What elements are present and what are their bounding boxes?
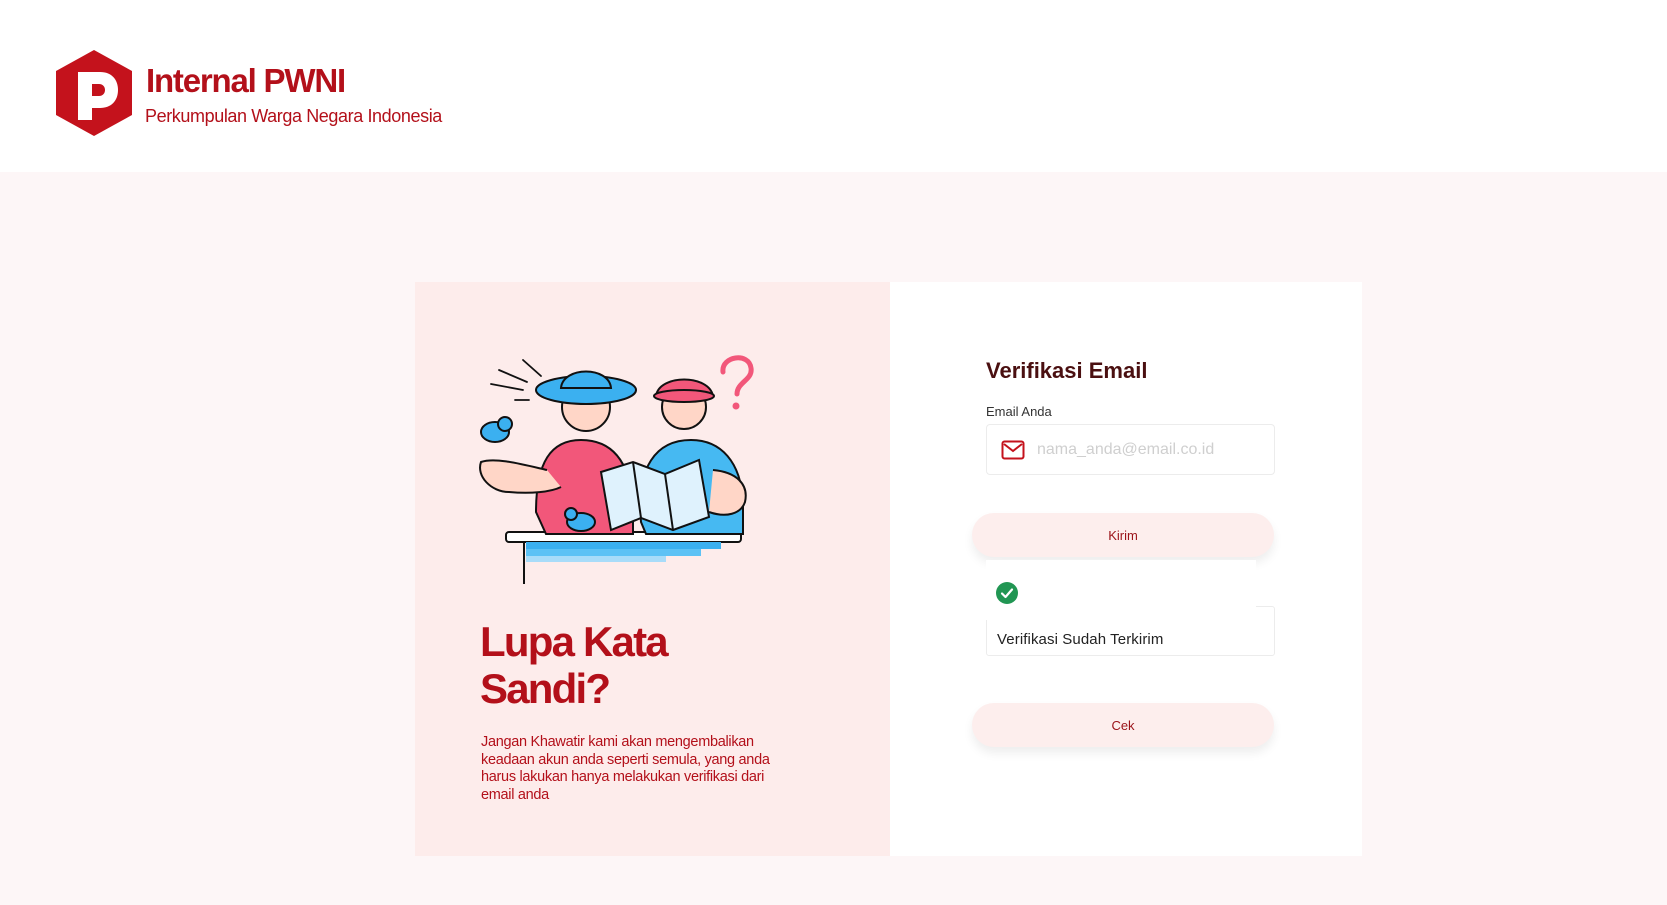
illustration-panel: Lupa Kata Sandi? Jangan Khawatir kami ak… xyxy=(415,282,890,856)
check-circle-icon xyxy=(996,582,1018,604)
check-button[interactable]: Cek xyxy=(972,703,1274,747)
mail-icon xyxy=(1001,440,1025,460)
email-label: Email Anda xyxy=(986,404,1052,419)
forgot-password-description: Jangan Khawatir kami akan mengembalikan … xyxy=(481,734,770,803)
pwni-logo-icon xyxy=(56,50,132,136)
verification-sent-notice: Verifikasi Sudah Terkirim xyxy=(986,560,1275,656)
notice-header xyxy=(986,560,1256,620)
header: Internal PWNI Perkumpulan Warga Negara I… xyxy=(0,0,1667,172)
email-field-wrapper[interactable] xyxy=(986,424,1275,475)
people-reading-map-illustration xyxy=(479,355,754,584)
verification-form-panel: Verifikasi Email Email Anda Kirim Verifi… xyxy=(890,282,1362,856)
brand-title: Internal PWNI xyxy=(146,62,346,99)
form-title: Verifikasi Email xyxy=(986,358,1148,383)
brand-subtitle: Perkumpulan Warga Negara Indonesia xyxy=(145,106,442,126)
forgot-password-card: Lupa Kata Sandi? Jangan Khawatir kami ak… xyxy=(415,282,1362,856)
notice-text: Verifikasi Sudah Terkirim xyxy=(997,631,1164,648)
send-button[interactable]: Kirim xyxy=(972,513,1274,557)
forgot-password-heading: Lupa Kata Sandi? xyxy=(480,618,669,712)
email-input[interactable] xyxy=(1037,433,1267,467)
